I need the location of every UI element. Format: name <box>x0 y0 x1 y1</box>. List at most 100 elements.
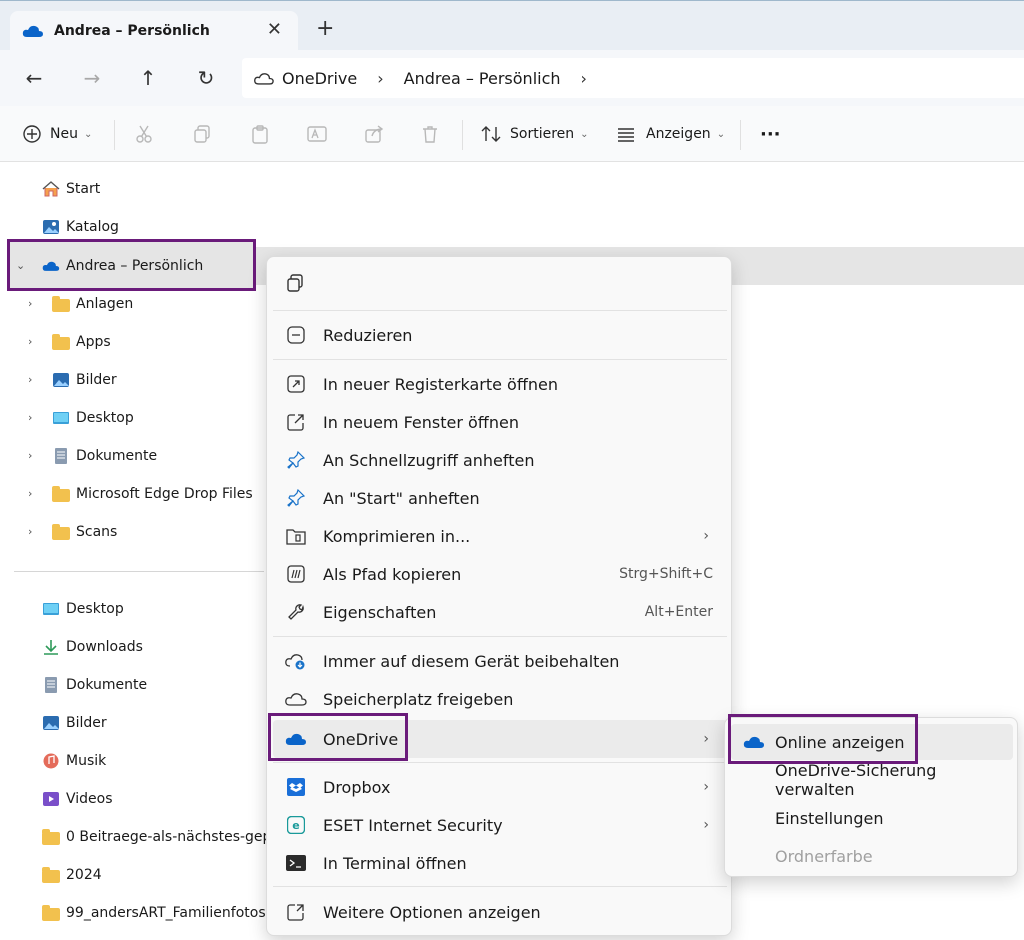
chevron-right-icon[interactable]: › <box>28 373 32 386</box>
menu-item-label: An Schnellzugriff anheften <box>323 450 535 470</box>
nav-item-anlagen[interactable]: Anlagen <box>52 285 133 323</box>
submenu-item-einstellungen[interactable]: Einstellungen <box>731 800 1013 836</box>
download-icon <box>44 640 58 655</box>
svg-text:e: e <box>292 819 299 832</box>
chevron-right-icon[interactable]: › <box>28 525 32 538</box>
delete-button[interactable] <box>420 120 440 148</box>
menu-item-copy-path[interactable]: Als Pfad kopieren Strg+Shift+C <box>273 555 727 593</box>
chevron-right-icon[interactable]: › <box>28 297 32 310</box>
nav-item-edge-drop-files[interactable]: Microsoft Edge Drop Files <box>52 475 253 513</box>
refresh-icon[interactable]: ↻ <box>192 64 220 92</box>
highlight-frame-andrea <box>7 239 256 291</box>
paste-button[interactable] <box>250 120 270 148</box>
menu-item-label: Dropbox <box>323 777 391 797</box>
breadcrumb-andrea[interactable]: Andrea – Persönlich <box>404 69 561 88</box>
chevron-right-icon[interactable]: › <box>28 487 32 500</box>
menu-item-label: Immer auf diesem Gerät beibehalten <box>323 651 620 671</box>
submenu-item-label: Einstellungen <box>775 808 884 828</box>
folder-icon <box>42 829 60 845</box>
menu-item-open-new-tab[interactable]: In neuer Registerkarte öffnen <box>273 365 727 403</box>
share-button[interactable] <box>364 120 384 148</box>
nav-item-label: Dokumente <box>76 448 158 464</box>
chevron-right-icon[interactable]: › <box>28 335 32 348</box>
close-tab-icon[interactable]: ✕ <box>267 20 282 40</box>
breadcrumb-separator[interactable]: › <box>377 69 383 88</box>
cloud-outline-icon <box>285 688 307 710</box>
view-button[interactable]: Anzeigen ⌄ <box>616 120 725 148</box>
new-button[interactable]: Neu ⌄ <box>22 120 92 148</box>
quick-item-label: Videos <box>66 791 113 807</box>
copy-path-icon <box>285 563 307 585</box>
submenu-item-backup[interactable]: OneDrive-Sicherung verwalten <box>731 761 1013 799</box>
quick-item-bilder[interactable]: Bilder <box>42 704 107 742</box>
nav-item-apps[interactable]: Apps <box>52 323 111 361</box>
add-tab-icon[interactable]: + <box>316 18 334 40</box>
chevron-down-icon: ⌄ <box>580 128 589 140</box>
nav-item-start[interactable]: Start <box>42 170 100 208</box>
view-lines-icon <box>618 128 634 142</box>
forward-arrow-icon[interactable]: → <box>78 64 106 92</box>
onedrive-cloud-icon <box>22 25 43 37</box>
menu-item-label: Als Pfad kopieren <box>323 564 462 584</box>
quick-item-2024[interactable]: 2024 <box>42 856 102 894</box>
folder-icon <box>52 486 70 502</box>
breadcrumb-separator[interactable]: › <box>581 69 587 88</box>
command-toolbar: Neu ⌄ Sortieren ⌄ Anzeigen ⌄ ··· <box>0 106 1024 162</box>
cut-button[interactable] <box>134 120 154 148</box>
quick-item-label: Desktop <box>66 601 124 617</box>
tab-title: Andrea – Persönlich <box>54 23 210 39</box>
folder-icon <box>42 867 60 883</box>
copy-button[interactable] <box>192 120 212 148</box>
quick-item-label: Musik <box>66 753 107 769</box>
nav-item-label: Anlagen <box>76 296 134 312</box>
pictures-icon <box>43 716 59 730</box>
menu-item-more-options[interactable]: Weitere Optionen anzeigen <box>273 893 727 931</box>
nav-item-scans[interactable]: Scans <box>52 513 117 551</box>
folder-icon <box>52 334 70 350</box>
menu-item-label: In neuer Registerkarte öffnen <box>323 374 558 394</box>
pin-icon <box>285 449 307 471</box>
menu-item-reduzieren[interactable]: Reduzieren <box>273 316 727 354</box>
quick-item-desktop[interactable]: Desktop <box>42 590 124 628</box>
home-icon <box>42 181 60 197</box>
more-options-icon <box>285 901 307 923</box>
sort-button[interactable]: Sortieren ⌄ <box>480 120 589 148</box>
nav-item-bilder[interactable]: Bilder <box>52 361 117 399</box>
up-arrow-icon[interactable]: ↑ <box>134 64 162 92</box>
nav-item-dokumente[interactable]: Dokumente <box>52 437 157 475</box>
menu-item-open-new-window[interactable]: In neuem Fenster öffnen <box>273 403 727 441</box>
breadcrumb-onedrive[interactable]: OneDrive <box>282 69 357 88</box>
desktop-icon <box>43 603 59 615</box>
new-label: Neu <box>50 126 78 142</box>
submenu-item-label: OneDrive-Sicherung verwalten <box>775 761 937 799</box>
address-bar[interactable]: OneDrive › Andrea – Persönlich › <box>242 58 1024 98</box>
chevron-right-icon[interactable]: › <box>28 449 32 462</box>
tab-andrea-persoenlich[interactable]: Andrea – Persönlich ✕ <box>10 11 298 51</box>
menu-item-eset[interactable]: e ESET Internet Security › <box>273 806 727 844</box>
share-icon <box>365 125 384 143</box>
wrench-icon <box>285 601 307 623</box>
quick-item-familienfotos[interactable]: 99_andersART_Familienfotos-or <box>42 894 266 932</box>
copy-icon[interactable] <box>285 273 309 297</box>
quick-item-beitraege[interactable]: 0 Beitraege-als-nächstes-geplan <box>42 818 266 856</box>
more-options-button[interactable]: ··· <box>760 120 781 148</box>
menu-item-label: Eigenschaften <box>323 602 437 622</box>
quick-item-videos[interactable]: Videos <box>42 780 113 818</box>
quick-item-musik[interactable]: Musik <box>42 742 106 780</box>
menu-item-terminal[interactable]: In Terminal öffnen <box>273 844 727 882</box>
nav-item-desktop[interactable]: Desktop <box>52 399 134 437</box>
back-arrow-icon[interactable]: ← <box>20 64 48 92</box>
menu-item-komprimieren[interactable]: Komprimieren in... › <box>273 517 727 555</box>
menu-item-eigenschaften[interactable]: Eigenschaften Alt+Enter <box>273 593 727 631</box>
chevron-right-icon: › <box>703 817 709 833</box>
menu-item-dropbox[interactable]: Dropbox › <box>273 768 727 806</box>
quick-item-downloads[interactable]: Downloads <box>42 628 143 666</box>
dropbox-icon <box>285 776 307 798</box>
rename-button[interactable] <box>306 120 328 148</box>
chevron-right-icon[interactable]: › <box>28 411 32 424</box>
chevron-down-icon: ⌄ <box>83 128 93 140</box>
quick-item-dokumente[interactable]: Dokumente <box>42 666 147 704</box>
menu-item-pin-quick-access[interactable]: An Schnellzugriff anheften <box>273 441 727 479</box>
menu-item-pin-start[interactable]: An "Start" anheften <box>273 479 727 517</box>
menu-item-keep-on-device[interactable]: Immer auf diesem Gerät beibehalten <box>273 642 727 680</box>
